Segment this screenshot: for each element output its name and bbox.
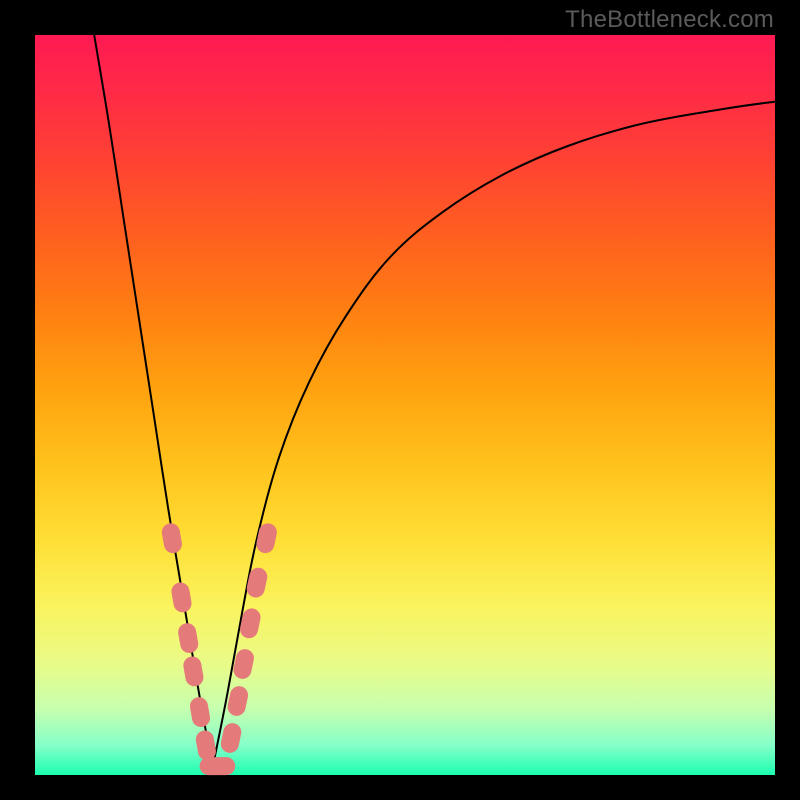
chart-frame: TheBottleneck.com bbox=[0, 0, 800, 800]
bead-marker bbox=[245, 566, 269, 599]
watermark-text: TheBottleneck.com bbox=[565, 6, 774, 34]
bead-marker bbox=[182, 655, 205, 688]
bead-marker bbox=[160, 522, 183, 555]
plot-area bbox=[35, 35, 775, 775]
bead-marker bbox=[209, 757, 235, 775]
bead-marker bbox=[194, 729, 217, 762]
bead-marker bbox=[219, 721, 243, 754]
bead-marker bbox=[170, 581, 193, 614]
curve-layer bbox=[35, 35, 775, 775]
bead-marker bbox=[255, 522, 279, 555]
bead-marker bbox=[226, 684, 250, 717]
bead-marker bbox=[177, 622, 200, 655]
bottleneck-curve-right bbox=[213, 102, 775, 768]
bead-marker bbox=[189, 696, 212, 729]
